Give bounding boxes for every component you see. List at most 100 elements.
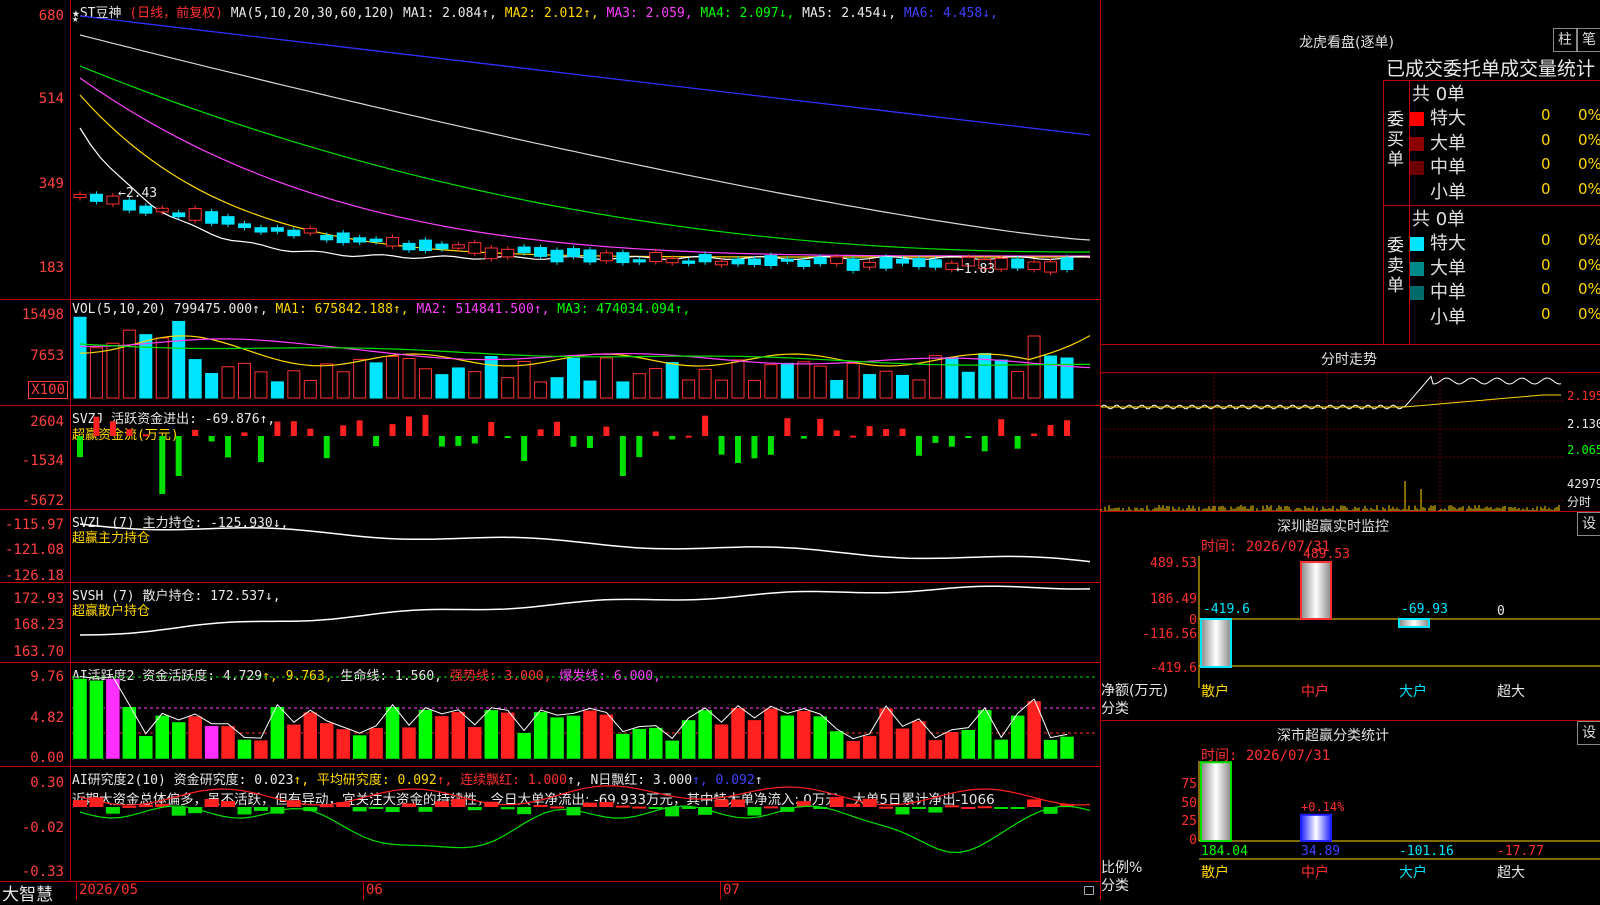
research-bar bbox=[829, 797, 844, 807]
ai-research-panel[interactable]: 0.30 -0.02 -0.33 AI研究度2(10) 资金研究度: 0.023… bbox=[0, 767, 1100, 882]
order-percent: 0% bbox=[1578, 155, 1600, 173]
volume-bar bbox=[1044, 355, 1058, 399]
flow-bar bbox=[521, 436, 528, 462]
net-amount-label: -419.6 bbox=[1203, 602, 1250, 617]
activity-bar bbox=[730, 707, 746, 760]
research-bar bbox=[122, 805, 137, 808]
longhu-panel: 龙虎看盘(逐单) 柱 笔 已成交委托单成交量统计 委买单 委卖单 bbox=[1100, 0, 1600, 345]
volume-panel[interactable]: 15498 7653 X100 VOL(5,10,20) 799475.000↑… bbox=[0, 300, 1100, 406]
order-row: 小单 bbox=[1410, 178, 1466, 204]
order-row: 小单 bbox=[1410, 303, 1466, 329]
activity-bar bbox=[961, 729, 976, 760]
ma5-line bbox=[79, 34, 1091, 241]
ai-activity-panel[interactable]: 9.76 4.82 0.00 AI活跃度2 资金活跃度: 4.729↑, 9.7… bbox=[0, 663, 1100, 767]
candle-body bbox=[715, 260, 729, 266]
volume-bar bbox=[846, 362, 860, 399]
research-bar bbox=[533, 804, 548, 807]
bottom-bar: 大智慧 2026/05 06 07 bbox=[0, 882, 1100, 905]
order-percent: 0% bbox=[1578, 130, 1600, 149]
candle-body bbox=[270, 227, 284, 232]
candle-body bbox=[1011, 258, 1025, 269]
research-bar bbox=[582, 802, 597, 807]
order-count: 0 bbox=[1541, 179, 1551, 198]
price-panel[interactable]: 680 514 349 183 ★ST豆神 (日线，前复权) MA(5,10,2… bbox=[0, 0, 1100, 300]
svzl-panel[interactable]: -115.97 -121.08 -126.18 SVZL (7) 主力持仓: -… bbox=[0, 510, 1100, 584]
color-swatch bbox=[1410, 136, 1424, 151]
svzj-panel[interactable]: 2604 -1534 -5672 SVZJ 活跃资金进出: -69.876↑, … bbox=[0, 406, 1100, 510]
activity-bar bbox=[122, 706, 137, 760]
flow-bar bbox=[504, 436, 511, 438]
candle-body bbox=[550, 249, 564, 263]
activity-bar bbox=[911, 720, 927, 760]
ai1-chart bbox=[72, 676, 1098, 760]
candle-body bbox=[468, 242, 482, 254]
intraday-vol-tick: 42979 bbox=[1567, 477, 1600, 491]
candle-body bbox=[435, 243, 449, 250]
flow-bar bbox=[915, 436, 922, 456]
candle-body bbox=[567, 248, 580, 257]
activity-bar bbox=[418, 709, 433, 760]
research-bar bbox=[961, 806, 976, 809]
volume-bar bbox=[468, 371, 482, 399]
candle-body bbox=[418, 239, 432, 251]
volume-bar bbox=[863, 374, 877, 399]
candle-body bbox=[369, 238, 383, 243]
sell-side-label: 委卖单 bbox=[1387, 236, 1404, 296]
volume-bar bbox=[715, 379, 729, 399]
volume-bar bbox=[649, 367, 663, 399]
sz-class-panel[interactable]: 深市超赢分类统计 设 时间: 2026/07/31 75 50 25 0 +0.14% 1… bbox=[1100, 721, 1600, 900]
activity-bar bbox=[187, 715, 203, 760]
research-bar bbox=[138, 804, 153, 807]
order-type: 中单 bbox=[1430, 157, 1466, 178]
flow-bar bbox=[455, 436, 462, 446]
flow-bar bbox=[586, 436, 593, 449]
candle-body bbox=[780, 258, 794, 262]
activity-bar bbox=[352, 734, 367, 760]
order-type: 特大 bbox=[1430, 108, 1466, 129]
bar-mode-button[interactable]: 柱 bbox=[1553, 28, 1577, 52]
research-green-line bbox=[79, 805, 1091, 854]
ratio-value-label: 34.89 bbox=[1301, 844, 1340, 859]
tick-mode-button[interactable]: 笔 bbox=[1577, 28, 1600, 52]
volume-bar bbox=[912, 379, 926, 399]
sz-monitor-tick: -419.6 bbox=[1150, 661, 1197, 676]
activity-bar bbox=[763, 708, 779, 760]
svsh-panel[interactable]: 172.93 168.23 163.70 SVSH (7) 散户持仓: 172.… bbox=[0, 583, 1100, 663]
research-bar bbox=[385, 807, 400, 812]
candle-body bbox=[896, 258, 909, 264]
color-swatch bbox=[1410, 186, 1424, 200]
activity-bar bbox=[467, 726, 483, 760]
order-count: 0 bbox=[1541, 130, 1551, 149]
activity-bar bbox=[944, 731, 960, 760]
flow-bar bbox=[636, 436, 643, 458]
research-bar bbox=[928, 807, 943, 813]
sz-monitor-tick: 0 bbox=[1189, 613, 1197, 628]
candle-body bbox=[221, 216, 235, 225]
research-bar bbox=[1010, 807, 1025, 809]
lock-icon[interactable] bbox=[1084, 886, 1094, 895]
activity-bar bbox=[632, 728, 647, 760]
color-swatch bbox=[1410, 261, 1424, 276]
sz-monitor-panel[interactable]: 深圳超赢实时监控 设 时间: 2026/07/31 489.53 186.49 0-… bbox=[1100, 512, 1600, 721]
flow-bar bbox=[735, 436, 741, 463]
order-percent: 0% bbox=[1578, 304, 1600, 323]
flow-bar bbox=[471, 436, 478, 444]
color-swatch bbox=[1410, 311, 1424, 325]
research-bar bbox=[451, 798, 466, 807]
candle-body bbox=[583, 249, 597, 263]
flow-bar bbox=[1047, 424, 1054, 436]
intraday-panel[interactable]: 分时走势 2.195 2.130 2.065 42979 分时 bbox=[1100, 345, 1600, 512]
candle-body bbox=[155, 207, 169, 213]
activity-bar bbox=[1010, 715, 1025, 760]
candle-body bbox=[287, 229, 301, 237]
flow-bar bbox=[899, 428, 906, 436]
candle-body bbox=[616, 252, 630, 264]
volume-bar bbox=[353, 358, 367, 399]
flow-bar bbox=[373, 436, 380, 447]
svzj-chart bbox=[77, 414, 1070, 494]
candle-body bbox=[599, 252, 613, 262]
order-row: 特大 bbox=[1410, 229, 1466, 255]
order-type: 小单 bbox=[1430, 306, 1466, 328]
color-swatch bbox=[1410, 286, 1424, 300]
activity-bar bbox=[1043, 739, 1058, 760]
